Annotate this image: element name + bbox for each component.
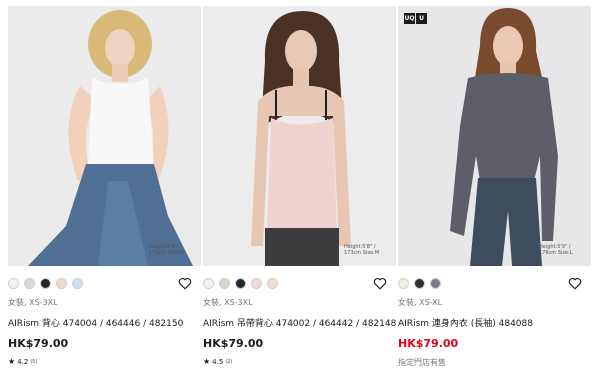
product-price: HK$79.00 [203,337,264,350]
color-swatches [8,278,83,289]
heart-icon[interactable] [178,277,192,290]
product-name[interactable]: AIRism 連身內衣 (長袖) 484088 [398,316,533,329]
color-swatch[interactable] [203,278,214,289]
color-swatch[interactable] [72,278,83,289]
model-photo-illustration [203,6,396,266]
color-swatch[interactable] [267,278,278,289]
store-availability-note: 指定門店有售 [398,358,446,367]
review-count: (2) [225,358,233,365]
logo-right: U [416,13,427,24]
color-swatches [398,278,441,289]
model-height-note: Height:5'8" / 173cm Size:M [344,244,380,256]
product-image[interactable]: UQ U Height:5'9" / 176cm Size:L [398,6,591,266]
logo-left: UQ [404,13,415,24]
model-photo-illustration [8,6,201,266]
product-price-sale: HK$79.00 [398,337,459,350]
product-category: 女裝, XS-3XL [203,298,253,307]
color-swatch[interactable] [414,278,425,289]
color-swatch[interactable] [24,278,35,289]
product-category: 女裝, XS-XL [398,298,443,307]
product-card[interactable]: Height:5'8" / 173cm Size:M 女裝, XS-3XL AI… [203,6,399,374]
product-card[interactable]: UQ U Height:5'9" / 176cm Size:L 女裝, XS-X… [398,6,594,374]
color-swatch[interactable] [56,278,67,289]
model-height-note: Height:5'8" / 172cm Size:M [149,244,185,256]
star-icon: ★ [203,357,211,366]
product-rating: ★ 4.2 (5) [8,357,37,366]
color-swatch[interactable] [219,278,230,289]
heart-icon[interactable] [568,277,582,290]
product-name[interactable]: AIRism 吊帶背心 474002 / 464442 / 482148 [203,316,396,329]
color-swatch[interactable] [398,278,409,289]
rating-value: 4.2 [17,357,29,366]
product-price: HK$79.00 [8,337,69,350]
product-category: 女裝, XS-3XL [8,298,58,307]
product-card[interactable]: Height:5'8" / 172cm Size:M 女裝, XS-3XL AI… [8,6,204,374]
product-image[interactable]: Height:5'8" / 173cm Size:M [203,6,396,266]
heart-icon[interactable] [373,277,387,290]
product-image[interactable]: Height:5'8" / 172cm Size:M [8,6,201,266]
color-swatch[interactable] [235,278,246,289]
product-name[interactable]: AIRism 背心 474004 / 464446 / 482150 [8,316,183,329]
model-height-note: Height:5'9" / 176cm Size:L [539,244,573,256]
color-swatches [203,278,278,289]
color-swatch[interactable] [251,278,262,289]
review-count: (5) [30,358,38,365]
uniqlo-logo: UQ U [404,13,427,24]
star-icon: ★ [8,357,16,366]
model-photo-illustration [398,6,591,266]
color-swatch[interactable] [430,278,441,289]
color-swatch[interactable] [8,278,19,289]
color-swatch[interactable] [40,278,51,289]
product-rating: ★ 4.5 (2) [203,357,232,366]
rating-value: 4.5 [212,357,224,366]
